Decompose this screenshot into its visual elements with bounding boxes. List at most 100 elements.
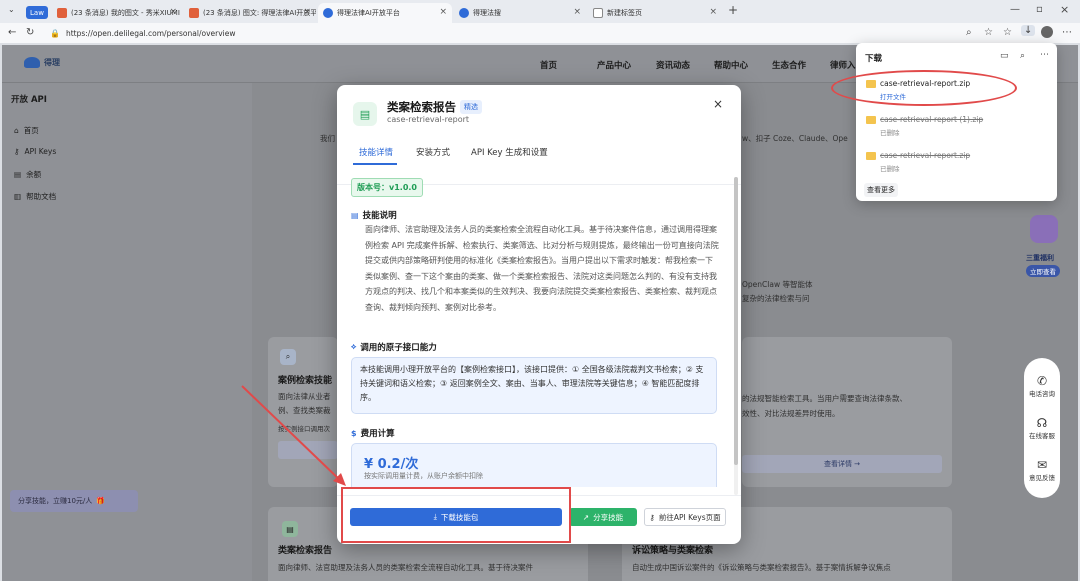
- profile-avatar[interactable]: [1041, 26, 1053, 38]
- tab-menu-chevron-icon[interactable]: ⌄: [8, 5, 15, 14]
- wallet-icon: ▤: [14, 170, 22, 179]
- tab-apikey-setup[interactable]: API Key 生成和设置: [471, 146, 548, 158]
- download-item-2[interactable]: case-retrieval-report (1).zip 已删除: [866, 115, 1046, 137]
- sidebar-title: 开放 API: [11, 95, 47, 105]
- zoom-icon[interactable]: ⌕: [966, 27, 972, 38]
- bg-card-right: 的法规智能检索工具。当用户需要查询法律条款、 效性、对比法规差异时使用。 查看详…: [742, 337, 952, 487]
- back-icon[interactable]: ←: [8, 27, 16, 38]
- modal-scrollbar[interactable]: [734, 177, 738, 495]
- home-icon: ⌂: [14, 126, 19, 135]
- key-icon: ⚷: [649, 512, 655, 522]
- nav-lawyer[interactable]: 律师入: [830, 59, 856, 71]
- downloads-icon[interactable]: ↓: [1021, 25, 1036, 36]
- mail-icon: ✉: [1036, 458, 1048, 472]
- tab-close-icon[interactable]: ×: [169, 7, 177, 17]
- site-logo[interactable]: 得理: [24, 57, 60, 68]
- search-icon[interactable]: ⌕: [1020, 51, 1025, 61]
- xiumi-favicon-icon: [57, 8, 67, 18]
- tab-delisearch[interactable]: 得理法搜 ×: [454, 3, 586, 23]
- online-service[interactable]: ☊ 在线客服: [1024, 416, 1060, 440]
- zip-file-icon: [866, 151, 876, 160]
- price-box: ¥ 0.2/次 按实际调用量计费，从账户余额中扣除: [351, 443, 717, 487]
- benefit-widget[interactable]: 三重福利 立即查看: [1024, 213, 1064, 285]
- headset-icon: ☊: [1036, 416, 1048, 430]
- skill-detail-modal: ▤ 类案检索报告 精选 case-retrieval-report × 技能详情…: [337, 85, 741, 544]
- nav-products[interactable]: 产品中心: [597, 59, 631, 71]
- close-window-icon[interactable]: ×: [1060, 3, 1069, 16]
- tab-close-icon[interactable]: ×: [573, 7, 581, 17]
- tab-install[interactable]: 安装方式: [416, 146, 450, 158]
- sidebar-item-apikeys[interactable]: ⚷ API Keys: [14, 147, 56, 156]
- close-icon[interactable]: ×: [713, 97, 723, 111]
- address-bar: ← ↻ 🔒 https://open.delilegal.com/persona…: [0, 23, 1080, 44]
- sidebar: 开放 API ⌂ 首页 ⚷ API Keys ▤ 余额 ▥ 帮助文档 分享技能，立赚10…: [2, 83, 252, 581]
- hero-fragment: 我们: [320, 134, 335, 143]
- tab-xiumi[interactable]: (23 条消息) 我的图文 - 秀米XIUMI ×: [52, 3, 182, 23]
- modal-header: ▤ 类案检索报告 精选 case-retrieval-report × 技能详情…: [337, 85, 741, 185]
- new-tab-plus-icon[interactable]: +: [728, 3, 738, 17]
- api-info-box: 本技能调用小理开放平台的【案例检索接口】，该接口提供：① 全国各级法院裁判文书检…: [351, 357, 717, 414]
- skill-description: 面向律师、法官助理及法务人员的类案检索全流程自动化工具。基于待决案件信息，通过调…: [365, 225, 719, 312]
- delilegal-favicon-icon: [323, 8, 333, 18]
- feedback[interactable]: ✉ 意见反馈: [1024, 458, 1060, 482]
- price-value: ¥ 0.2/次: [364, 457, 419, 472]
- scrollbar-thumb[interactable]: [734, 177, 738, 465]
- share-skill-button[interactable]: ↗ 分享技能: [569, 508, 637, 526]
- tab-new[interactable]: 新建标签页 ×: [588, 3, 722, 23]
- nav-home[interactable]: 首页: [540, 59, 557, 71]
- star-gift-icon: [1030, 215, 1058, 243]
- see-more-link[interactable]: 查看更多: [864, 183, 898, 197]
- delisearch-favicon-icon: [459, 8, 469, 18]
- lock-icon: 🔒: [50, 29, 60, 38]
- more-menu-icon[interactable]: ⋯: [1062, 27, 1072, 38]
- tab-close-icon[interactable]: ×: [709, 7, 717, 17]
- modal-subtitle: case-retrieval-report: [387, 115, 470, 124]
- annotation-ellipse: [831, 70, 1017, 106]
- maximize-icon[interactable]: ▫: [1036, 4, 1043, 15]
- contact-float-panel: ✆ 电话咨询 ☊ 在线客服 ✉ 意见反馈: [1024, 358, 1060, 498]
- document-icon: ▤: [282, 521, 298, 537]
- sidebar-item-home[interactable]: ⌂ 首页: [14, 125, 39, 136]
- minimize-icon[interactable]: —: [1010, 4, 1020, 15]
- tab-close-icon[interactable]: ×: [303, 7, 311, 17]
- annotation-arrow: [241, 385, 346, 486]
- tab-delilegal-active[interactable]: 得理法律AI开放平台 ×: [318, 3, 452, 23]
- downloads-title: 下载: [865, 54, 883, 64]
- favorites-list-icon[interactable]: ☆: [1003, 27, 1012, 38]
- tab-xiumi-article[interactable]: (23 条消息) 图文: 得理法律AI开放平 ×: [184, 3, 316, 23]
- tab-law[interactable]: Law: [26, 6, 48, 19]
- section-skill-desc: ▤ 技能说明: [351, 210, 397, 222]
- share-icon: ↗: [582, 512, 590, 522]
- nav-help[interactable]: 帮助中心: [714, 59, 748, 71]
- phone-consult[interactable]: ✆ 电话咨询: [1024, 374, 1060, 398]
- downloads-panel: 下载 ▭ ⌕ ⋯ case-retrieval-report.zip 打开文件 …: [856, 43, 1057, 201]
- section-atomic-api: ⟡ 调用的原子接口能力: [351, 342, 437, 353]
- xiumi-favicon-icon: [189, 8, 199, 18]
- download-item-3[interactable]: case-retrieval-report.zip 已删除: [866, 151, 1046, 173]
- annotation-rectangle: [341, 487, 571, 543]
- view-detail-button[interactable]: 查看详情 →: [742, 455, 942, 473]
- folder-icon[interactable]: ▭: [1000, 51, 1009, 61]
- sidebar-item-balance[interactable]: ▤ 余额: [14, 169, 41, 180]
- openclaw-line-1: OpenClaw 等智能体: [742, 280, 813, 289]
- gift-icon: 🎁: [96, 497, 105, 505]
- share-banner[interactable]: 分享技能，立赚10元/人 🎁: [10, 490, 138, 512]
- nav-news[interactable]: 资讯动态: [656, 59, 690, 71]
- sidebar-item-docs[interactable]: ▥ 帮助文档: [14, 191, 56, 202]
- tab-close-icon[interactable]: ×: [439, 7, 447, 17]
- tab-skill-detail[interactable]: 技能详情: [359, 146, 393, 158]
- link-icon: ⟡: [351, 342, 357, 351]
- reload-icon[interactable]: ↻: [26, 27, 34, 38]
- active-tab-indicator: [353, 163, 397, 165]
- version-badge: 版本号：v1.0.0: [351, 178, 423, 197]
- benefit-button[interactable]: 立即查看: [1026, 265, 1060, 277]
- more-icon[interactable]: ⋯: [1040, 50, 1049, 60]
- favorite-star-icon[interactable]: ☆: [984, 27, 993, 38]
- document-small-icon: ▤: [351, 210, 359, 220]
- phone-icon: ✆: [1036, 374, 1048, 388]
- key-icon: ⚷: [14, 147, 20, 156]
- goto-apikeys-button[interactable]: ⚷ 前往API Keys页面: [644, 508, 726, 526]
- url-field[interactable]: 🔒 https://open.delilegal.com/personal/ov…: [50, 26, 1000, 41]
- modal-body[interactable]: 版本号：v1.0.0 ▤ 技能说明 面向律师、法官助理及法务人员的类案检索全流程自…: [337, 175, 741, 487]
- nav-ecosystem[interactable]: 生态合作: [772, 59, 806, 71]
